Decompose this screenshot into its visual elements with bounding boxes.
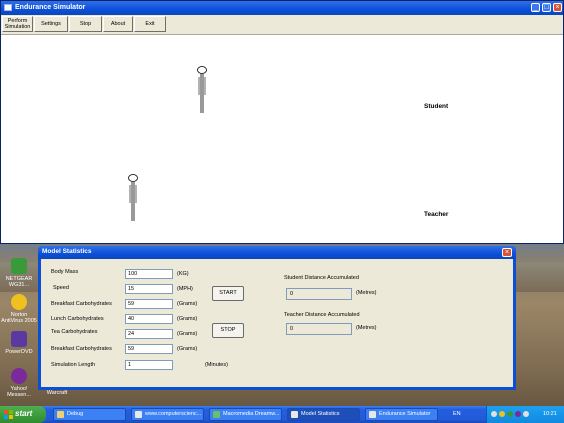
windows-flag-icon xyxy=(4,410,13,419)
tray-icon-1[interactable] xyxy=(491,411,497,417)
lunch-carbs-input[interactable]: 40 xyxy=(125,314,173,324)
stop-button[interactable]: Stop xyxy=(69,16,102,32)
tray-icon-3[interactable] xyxy=(507,411,513,417)
breakfast-carbs-input[interactable]: 59 xyxy=(125,299,173,309)
body-mass-label: Body Mass xyxy=(51,269,79,275)
speed-label: Speed xyxy=(53,285,69,291)
perform-simulation-button[interactable]: Perform Simulation xyxy=(2,16,33,32)
dialog-close-button[interactable]: × xyxy=(502,248,512,257)
desktop-icon-norton[interactable]: Norton AntiVirus 2005 xyxy=(0,294,38,324)
folder-icon xyxy=(57,411,64,418)
menubar: Perform Simulation Settings Stop About E… xyxy=(1,15,563,35)
desktop-icon-powerdvd[interactable]: PowerDVD xyxy=(0,331,38,355)
lunch-carbs-unit: (Grams) xyxy=(177,316,198,322)
simulation-length-label: Simulation Length xyxy=(51,362,96,368)
breakfast-carbs-unit-2: (Grams) xyxy=(177,346,198,352)
start-button-taskbar[interactable]: start xyxy=(0,406,46,423)
task-debug[interactable]: Debug xyxy=(53,408,126,421)
simulation-length-unit: (Minutes) xyxy=(205,362,228,368)
breakfast-carbs-input-2[interactable]: 59 xyxy=(125,344,173,354)
browser-icon xyxy=(135,411,142,418)
settings-button[interactable]: Settings xyxy=(34,16,68,32)
desktop-icon-netgear[interactable]: NETGEAR WG31... xyxy=(0,258,38,288)
teacher-distance-unit: (Metres) xyxy=(356,325,377,331)
powerdvd-icon xyxy=(11,331,27,347)
dialog-body: Body Mass 100 (KG) Speed 15 (MPH) Breakf… xyxy=(41,259,513,387)
teacher-figure xyxy=(128,174,138,221)
speed-input[interactable]: 15 xyxy=(125,284,173,294)
dialog-titlebar[interactable]: Model Statistics × xyxy=(38,246,516,259)
simulation-length-input[interactable]: 1 xyxy=(125,360,173,370)
teacher-label: Teacher xyxy=(424,211,449,218)
minimize-button[interactable]: _ xyxy=(531,3,540,12)
speed-unit: (MPH) xyxy=(177,286,193,292)
start-label: start xyxy=(15,409,33,418)
teacher-distance-label: Teacher Distance Accumulated xyxy=(284,312,360,318)
close-button[interactable]: × xyxy=(553,3,562,12)
tray-icon-5[interactable] xyxy=(523,411,529,417)
student-distance-label: Student Distance Accumulated xyxy=(284,275,359,281)
desktop-icon-yahoo-messenger[interactable]: Yahoo! Messen... xyxy=(0,368,38,398)
tea-carbs-label: Tea Carbohydrates xyxy=(51,329,98,335)
dialog-title: Model Statistics xyxy=(42,248,92,255)
tray-icon-4[interactable] xyxy=(515,411,521,417)
task-model-statistics[interactable]: Model Statistics xyxy=(287,408,360,421)
main-titlebar[interactable]: Endurance Simulator _ □ × xyxy=(1,1,563,15)
breakfast-carbs-label-2: Breakfast Carbohydrates xyxy=(51,346,112,352)
about-button[interactable]: About xyxy=(103,16,133,32)
stop-sim-button[interactable]: STOP xyxy=(212,323,244,338)
student-figure xyxy=(197,66,207,113)
teacher-distance-output: 0 xyxy=(286,323,352,335)
student-distance-output: 0 xyxy=(286,288,352,300)
body-mass-input[interactable]: 100 xyxy=(125,269,173,279)
tea-carbs-input[interactable]: 24 xyxy=(125,329,173,339)
task-dreamweaver[interactable]: Macromedia Dreamw... xyxy=(209,408,282,421)
language-indicator[interactable]: EN xyxy=(453,411,461,417)
netgear-icon xyxy=(11,258,27,274)
breakfast-carbs-unit: (Grams) xyxy=(177,301,198,307)
task-endurance-simulator[interactable]: Endurance Simulator xyxy=(365,408,438,421)
start-button[interactable]: START xyxy=(212,286,244,301)
breakfast-carbs-label: Breakfast Carbohydrates xyxy=(51,301,112,307)
tea-carbs-unit: (Grams) xyxy=(177,331,198,337)
body-mass-unit: (KG) xyxy=(177,271,189,277)
model-statistics-dialog: Model Statistics × Body Mass 100 (KG) Sp… xyxy=(38,246,516,390)
clock: 10:21 xyxy=(543,411,557,417)
system-tray: 10:21 xyxy=(486,406,564,423)
student-distance-unit: (Metres) xyxy=(356,290,377,296)
taskbar: start Debug www.computerscienc... Macrom… xyxy=(0,406,564,423)
norton-icon xyxy=(11,294,27,310)
window-title: Endurance Simulator xyxy=(15,4,86,11)
endurance-simulator-window: Endurance Simulator _ □ × Perform Simula… xyxy=(0,0,564,244)
tray-icon-2[interactable] xyxy=(499,411,505,417)
window-icon xyxy=(291,411,298,418)
maximize-button[interactable]: □ xyxy=(542,3,551,12)
app-icon xyxy=(4,4,12,11)
window-icon xyxy=(369,411,376,418)
exit-button[interactable]: Exit xyxy=(134,16,166,32)
dreamweaver-icon xyxy=(213,411,220,418)
student-label: Student xyxy=(424,103,449,110)
yahoo-messenger-icon xyxy=(11,368,27,384)
task-browser[interactable]: www.computerscienc... xyxy=(131,408,204,421)
lunch-carbs-label: Lunch Carbohydrates xyxy=(51,316,104,322)
